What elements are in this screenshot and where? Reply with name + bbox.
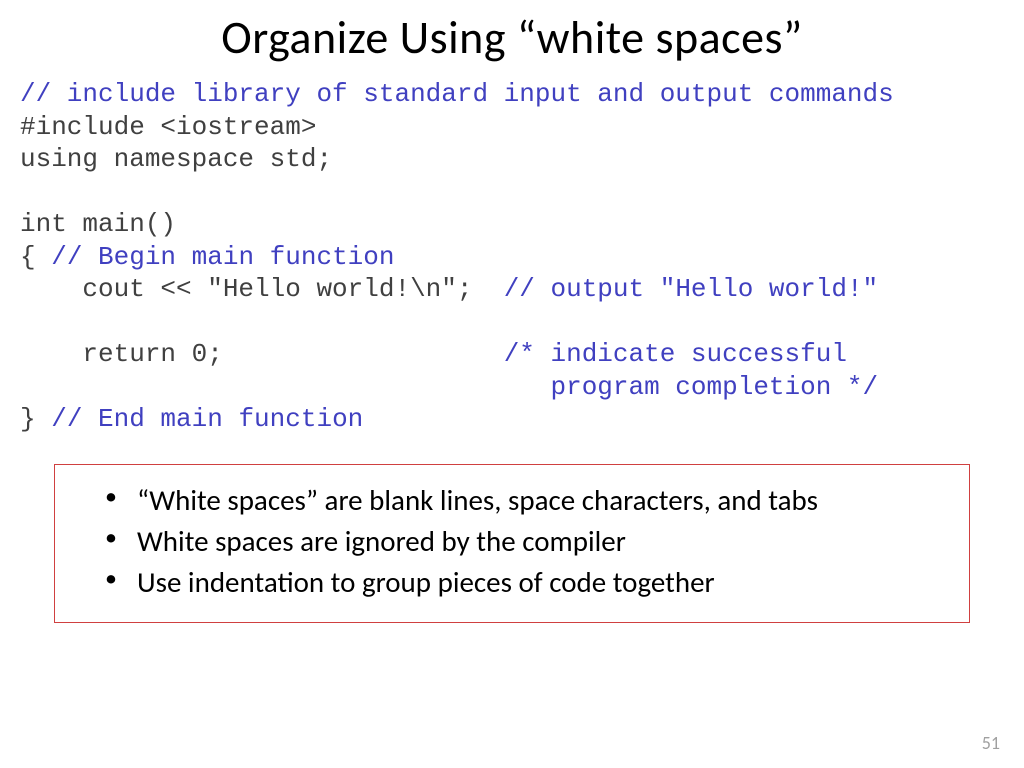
code-block: // include library of standard input and… (20, 78, 1004, 436)
info-box: “White spaces” are blank lines, space ch… (54, 464, 970, 623)
code-comment-end: // End main function (51, 404, 363, 434)
code-comment-return-2: program completion */ (20, 372, 878, 402)
code-line-cout: cout << "Hello world!\n"; (20, 274, 504, 304)
code-line-using: using namespace std; (20, 144, 332, 174)
slide-title: Organize Using “white spaces” (20, 10, 1004, 66)
code-line-main: int main() (20, 209, 176, 239)
code-brace-open: { (20, 242, 51, 272)
code-comment-include: // include library of standard input and… (20, 79, 894, 109)
bullet-list: “White spaces” are blank lines, space ch… (75, 481, 949, 602)
bullet-item-3: Use indentation to group pieces of code … (105, 563, 949, 602)
slide-container: Organize Using “white spaces” // include… (0, 0, 1024, 768)
page-number: 51 (982, 732, 1000, 754)
code-comment-output: // output "Hello world!" (504, 274, 878, 304)
code-brace-close: } (20, 404, 51, 434)
code-comment-begin: // Begin main function (51, 242, 394, 272)
bullet-item-2: White spaces are ignored by the compiler (105, 522, 949, 561)
bullet-item-1: “White spaces” are blank lines, space ch… (105, 481, 949, 520)
code-comment-return-1: /* indicate successful (504, 339, 847, 369)
code-line-return: return 0; (20, 339, 504, 369)
code-line-include: #include <iostream> (20, 112, 316, 142)
